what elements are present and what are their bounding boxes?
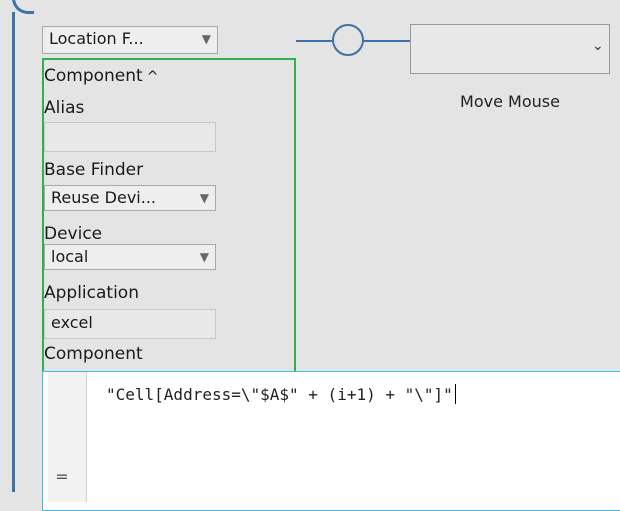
- equals-icon[interactable]: =: [52, 466, 72, 488]
- dropdown-arrow-icon: ▼: [199, 191, 209, 205]
- caret-up-icon[interactable]: ^: [147, 69, 159, 85]
- alias-input[interactable]: [44, 122, 216, 152]
- base-finder-select[interactable]: Reuse Devi... ▼: [44, 185, 216, 211]
- component-label: Component: [44, 344, 143, 364]
- connector-line: [364, 40, 410, 42]
- component-header-label: Component: [44, 66, 143, 86]
- step-action-select[interactable]: [410, 24, 610, 74]
- component-group-header[interactable]: Component ^: [44, 66, 158, 87]
- alias-label: Alias: [44, 98, 85, 118]
- flow-connector-line: [12, 12, 15, 492]
- location-finder-select[interactable]: Location F... ▼: [42, 26, 218, 54]
- expression-code[interactable]: "Cell[Address=\"$A$" + (i+1) + "\"]": [106, 384, 456, 404]
- flow-connector-curve: [12, 0, 34, 14]
- base-finder-value: Reuse Devi...: [51, 188, 156, 207]
- connector-line: [296, 40, 332, 42]
- location-finder-value: Location F...: [49, 29, 144, 48]
- device-value: local: [51, 247, 89, 266]
- base-finder-label: Base Finder: [44, 160, 144, 180]
- chevron-down-icon[interactable]: ⌄: [592, 38, 604, 54]
- step-title: Move Mouse: [460, 92, 560, 111]
- device-label: Device: [44, 224, 103, 244]
- application-input[interactable]: excel: [44, 309, 216, 339]
- expression-text: "Cell[Address=\"$A$" + (i+1) + "\"]": [106, 385, 453, 404]
- connector-node[interactable]: [332, 24, 364, 56]
- dropdown-arrow-icon: ▼: [201, 32, 211, 46]
- dropdown-arrow-icon: ▼: [199, 250, 209, 264]
- device-select[interactable]: local ▼: [44, 244, 216, 270]
- text-cursor: [454, 384, 456, 404]
- application-label: Application: [44, 283, 139, 303]
